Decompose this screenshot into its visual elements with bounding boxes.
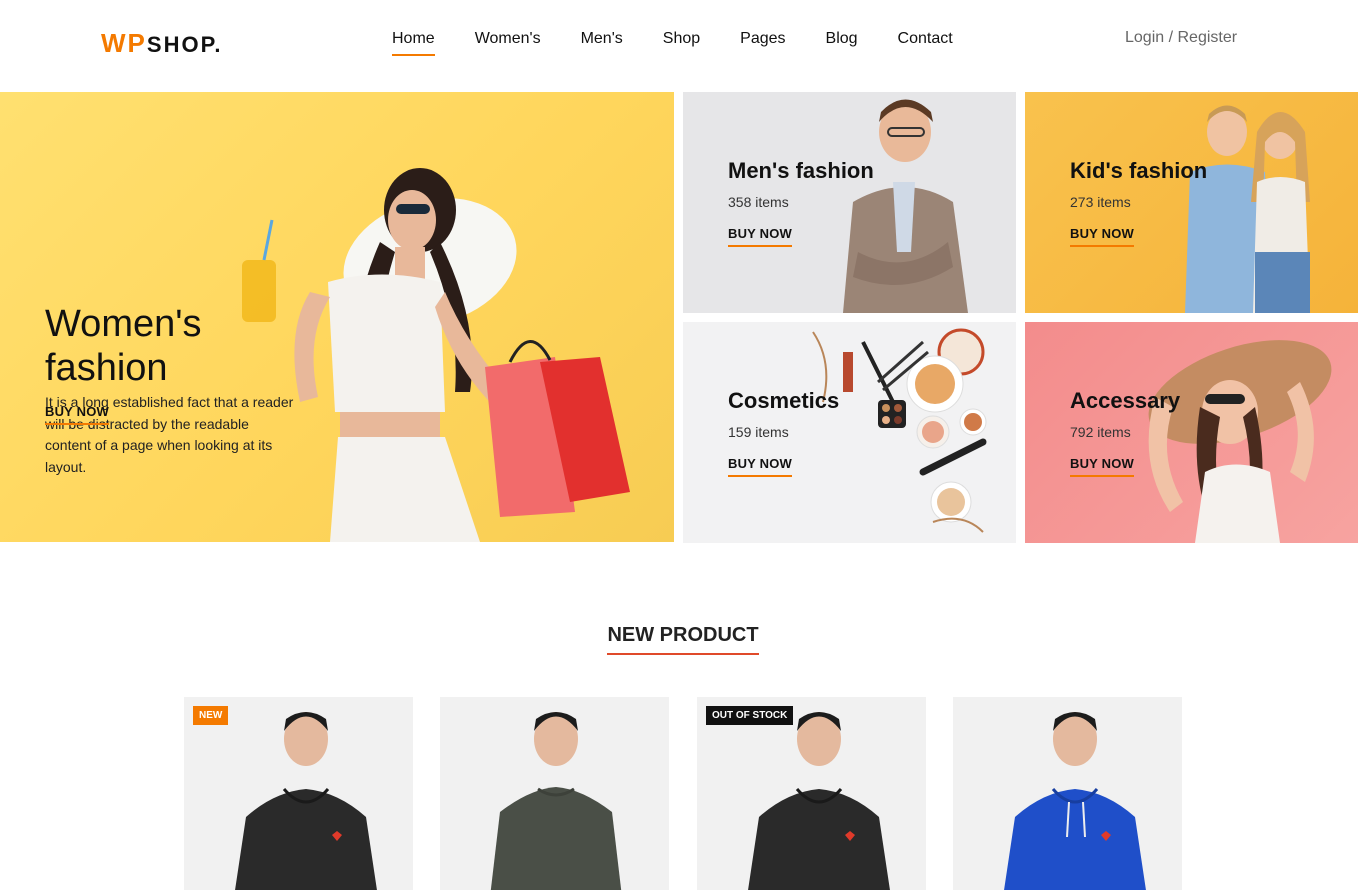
- logo-wp: WP: [101, 28, 147, 58]
- nav-mens[interactable]: Men's: [581, 30, 623, 54]
- tile-title: Cosmetics: [728, 388, 840, 413]
- nav-shop[interactable]: Shop: [663, 30, 700, 54]
- logo[interactable]: WP SHOP.: [101, 28, 223, 59]
- auth-separator: /: [1164, 29, 1178, 46]
- tile-title: Men's fashion: [728, 158, 874, 183]
- accessary-buy-now-button[interactable]: BUY NOW: [1070, 456, 1134, 477]
- register-link[interactable]: Register: [1178, 29, 1238, 46]
- logo-shop: SHOP.: [146, 32, 223, 57]
- site-header: WP SHOP. Home Women's Men's Shop Pages B…: [0, 0, 1366, 92]
- main-nav: Home Women's Men's Shop Pages Blog Conta…: [392, 30, 953, 56]
- tile-title: Accessary: [1070, 388, 1181, 413]
- product-card[interactable]: OUT OF STOCK: [697, 697, 926, 890]
- auth-links: Login / Register: [1125, 29, 1237, 47]
- product-image: [748, 712, 890, 890]
- tile-count: 358 items: [728, 194, 789, 210]
- nav-contact[interactable]: Contact: [898, 30, 953, 54]
- hero-title: Women's fashion: [45, 302, 202, 390]
- tile-kids-fashion[interactable]: Kid's fashion 273 items BUY NOW: [1025, 92, 1358, 313]
- hero-title-line2: fashion: [45, 347, 168, 389]
- badge-new: NEW: [193, 706, 229, 725]
- hero-womens-fashion: Women's fashion It is a long established…: [0, 92, 674, 542]
- tile-accessary[interactable]: Accessary 792 items BUY NOW: [1025, 322, 1358, 543]
- login-link[interactable]: Login: [1125, 29, 1164, 46]
- tile-title: Kid's fashion: [1070, 158, 1208, 183]
- badge-out-of-stock: OUT OF STOCK: [706, 706, 794, 725]
- new-product-title: NEW PRODUCT: [607, 624, 759, 655]
- tile-count: 273 items: [1070, 194, 1131, 210]
- product-image: [490, 712, 622, 890]
- mens-buy-now-button[interactable]: BUY NOW: [728, 226, 792, 247]
- product-image: [235, 712, 377, 890]
- tile-count: 792 items: [1070, 424, 1131, 440]
- nav-womens[interactable]: Women's: [475, 30, 541, 54]
- tile-cosmetics[interactable]: Cosmetics 159 items BUY NOW: [683, 322, 1016, 543]
- product-card[interactable]: [440, 697, 669, 890]
- cosmetics-buy-now-button[interactable]: BUY NOW: [728, 456, 792, 477]
- nav-pages[interactable]: Pages: [740, 30, 785, 54]
- kids-buy-now-button[interactable]: BUY NOW: [1070, 226, 1134, 247]
- nav-blog[interactable]: Blog: [826, 30, 858, 54]
- nav-home[interactable]: Home: [392, 30, 435, 56]
- product-card[interactable]: [953, 697, 1182, 890]
- product-image: [1004, 712, 1146, 890]
- tile-mens-fashion[interactable]: Men's fashion 358 items BUY NOW: [683, 92, 1016, 313]
- hero-buy-now-button[interactable]: BUY NOW: [45, 404, 109, 425]
- tile-count: 159 items: [728, 424, 789, 440]
- hero-title-line1: Women's: [45, 303, 202, 345]
- new-product-heading: NEW PRODUCT: [0, 624, 1366, 655]
- product-card[interactable]: NEW: [184, 697, 413, 890]
